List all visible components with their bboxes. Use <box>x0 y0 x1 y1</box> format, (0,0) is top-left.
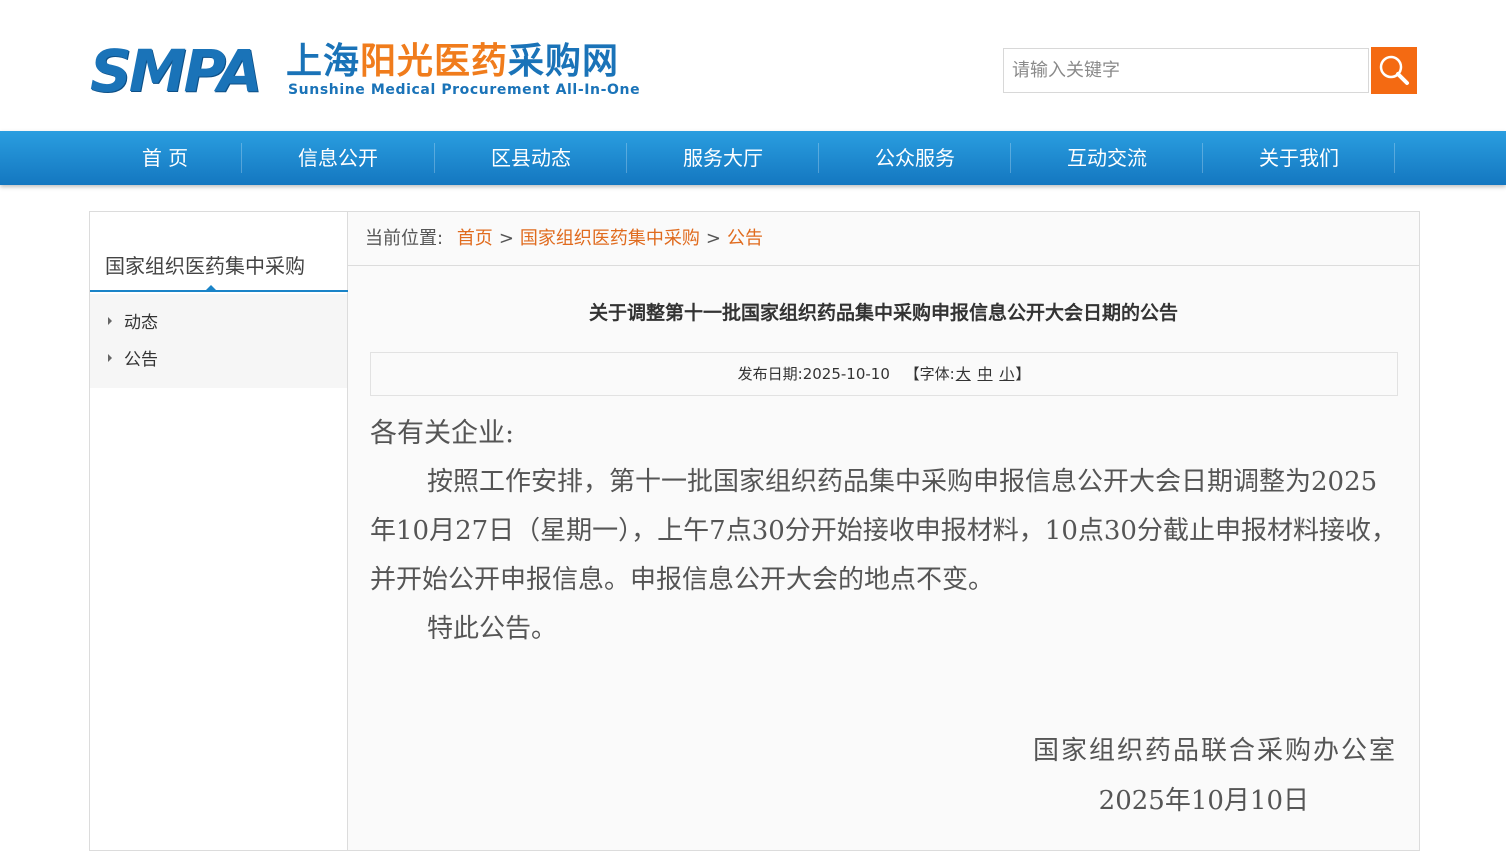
search-icon <box>1379 55 1409 85</box>
nav-divider <box>1394 143 1395 173</box>
logo-english-name: Sunshine Medical Procurement All-In-One <box>288 82 641 98</box>
signature-date: 2025年10月10日 <box>1098 786 1309 816</box>
main-container: 国家组织医药集中采购 动态 公告 当前位置: 首页 > 国家组织医药集中采购 > 公告 … <box>89 211 1420 851</box>
sidebar: 国家组织医药集中采购 动态 公告 <box>90 212 348 850</box>
article-body: 各有关企业: 按照工作安排，第十一批国家组织药品集中采购申报信息公开大会日期调整… <box>370 410 1400 654</box>
sidebar-item-label: 公告 <box>124 350 158 370</box>
font-size-medium-link[interactable]: 中 <box>978 365 993 383</box>
search-button[interactable] <box>1371 47 1417 94</box>
nav-item-info-public[interactable]: 信息公开 <box>242 131 434 185</box>
caret-right-icon <box>108 354 112 362</box>
article-title: 关于调整第十一批国家组织药品集中采购申报信息公开大会日期的公告 <box>588 302 1178 324</box>
publish-date-label: 发布日期: <box>737 365 803 383</box>
caret-right-icon <box>108 317 112 325</box>
logo-chinese-name: 上海阳光医药采购网 <box>286 40 619 84</box>
main-nav: 首 页 信息公开 区县动态 服务大厅 公众服务 互动交流 关于我们 <box>0 131 1506 185</box>
font-size-label-close: 】 <box>1015 365 1031 383</box>
article-content: 当前位置: 首页 > 国家组织医药集中采购 > 公告 关于调整第十一批国家组织药品集中采… <box>348 212 1419 850</box>
nav-item-about-us[interactable]: 关于我们 <box>1203 131 1395 185</box>
nav-item-service-hall[interactable]: 服务大厅 <box>627 131 819 185</box>
breadcrumb-separator: > <box>705 228 721 249</box>
logo-cn-part1: 上海 <box>286 41 361 82</box>
breadcrumb: 当前位置: 首页 > 国家组织医药集中采购 > 公告 <box>348 212 1419 266</box>
article-meta: 发布日期:2025-10-10 【字体:大 中 小】 <box>370 352 1398 396</box>
sidebar-title: 国家组织医药集中采购 <box>90 238 348 292</box>
logo-smpa-text: SMPA <box>90 37 263 105</box>
article-greeting: 各有关企业: <box>370 418 515 449</box>
breadcrumb-link-category[interactable]: 国家组织医药集中采购 <box>520 228 700 249</box>
sidebar-title-indicator <box>206 285 216 290</box>
font-size-label: 【字体: <box>904 365 955 383</box>
article-paragraph: 特此公告。 <box>427 614 558 644</box>
article-paragraph: 按照工作安排，第十一批国家组织药品集中采购申报信息公开大会日期调整为2025年1… <box>370 467 1397 595</box>
logo-cn-part2: 阳光医药 <box>360 41 509 82</box>
nav-item-district-news[interactable]: 区县动态 <box>435 131 627 185</box>
sidebar-list: 动态 公告 <box>90 294 347 388</box>
nav-item-interaction[interactable]: 互动交流 <box>1011 131 1203 185</box>
site-logo[interactable]: SMPA 上海阳光医药采购网 Sunshine Medical Procurem… <box>90 38 650 104</box>
sidebar-item-label: 动态 <box>124 313 158 333</box>
breadcrumb-label: 当前位置: <box>365 228 444 249</box>
font-size-small-link[interactable]: 小 <box>999 365 1014 383</box>
nav-item-home[interactable]: 首 页 <box>90 131 240 185</box>
logo-cn-part3: 采购网 <box>508 41 620 82</box>
publish-date: 2025-10-10 <box>802 365 890 383</box>
breadcrumb-link-home[interactable]: 首页 <box>457 228 493 249</box>
sidebar-item-news[interactable]: 动态 <box>108 308 158 333</box>
breadcrumb-separator: > <box>498 228 514 249</box>
font-size-large-link[interactable]: 大 <box>956 365 971 383</box>
site-header: SMPA 上海阳光医药采购网 Sunshine Medical Procurem… <box>0 0 1506 131</box>
nav-item-public-service[interactable]: 公众服务 <box>819 131 1011 185</box>
breadcrumb-link-announcements[interactable]: 公告 <box>727 228 763 249</box>
signature-organization: 国家组织药品联合采购办公室 <box>1032 736 1397 766</box>
sidebar-item-announcements[interactable]: 公告 <box>108 345 158 370</box>
search-input[interactable] <box>1003 48 1369 93</box>
article-signature: 国家组织药品联合采购办公室 2025年10月10日 <box>1033 726 1397 826</box>
